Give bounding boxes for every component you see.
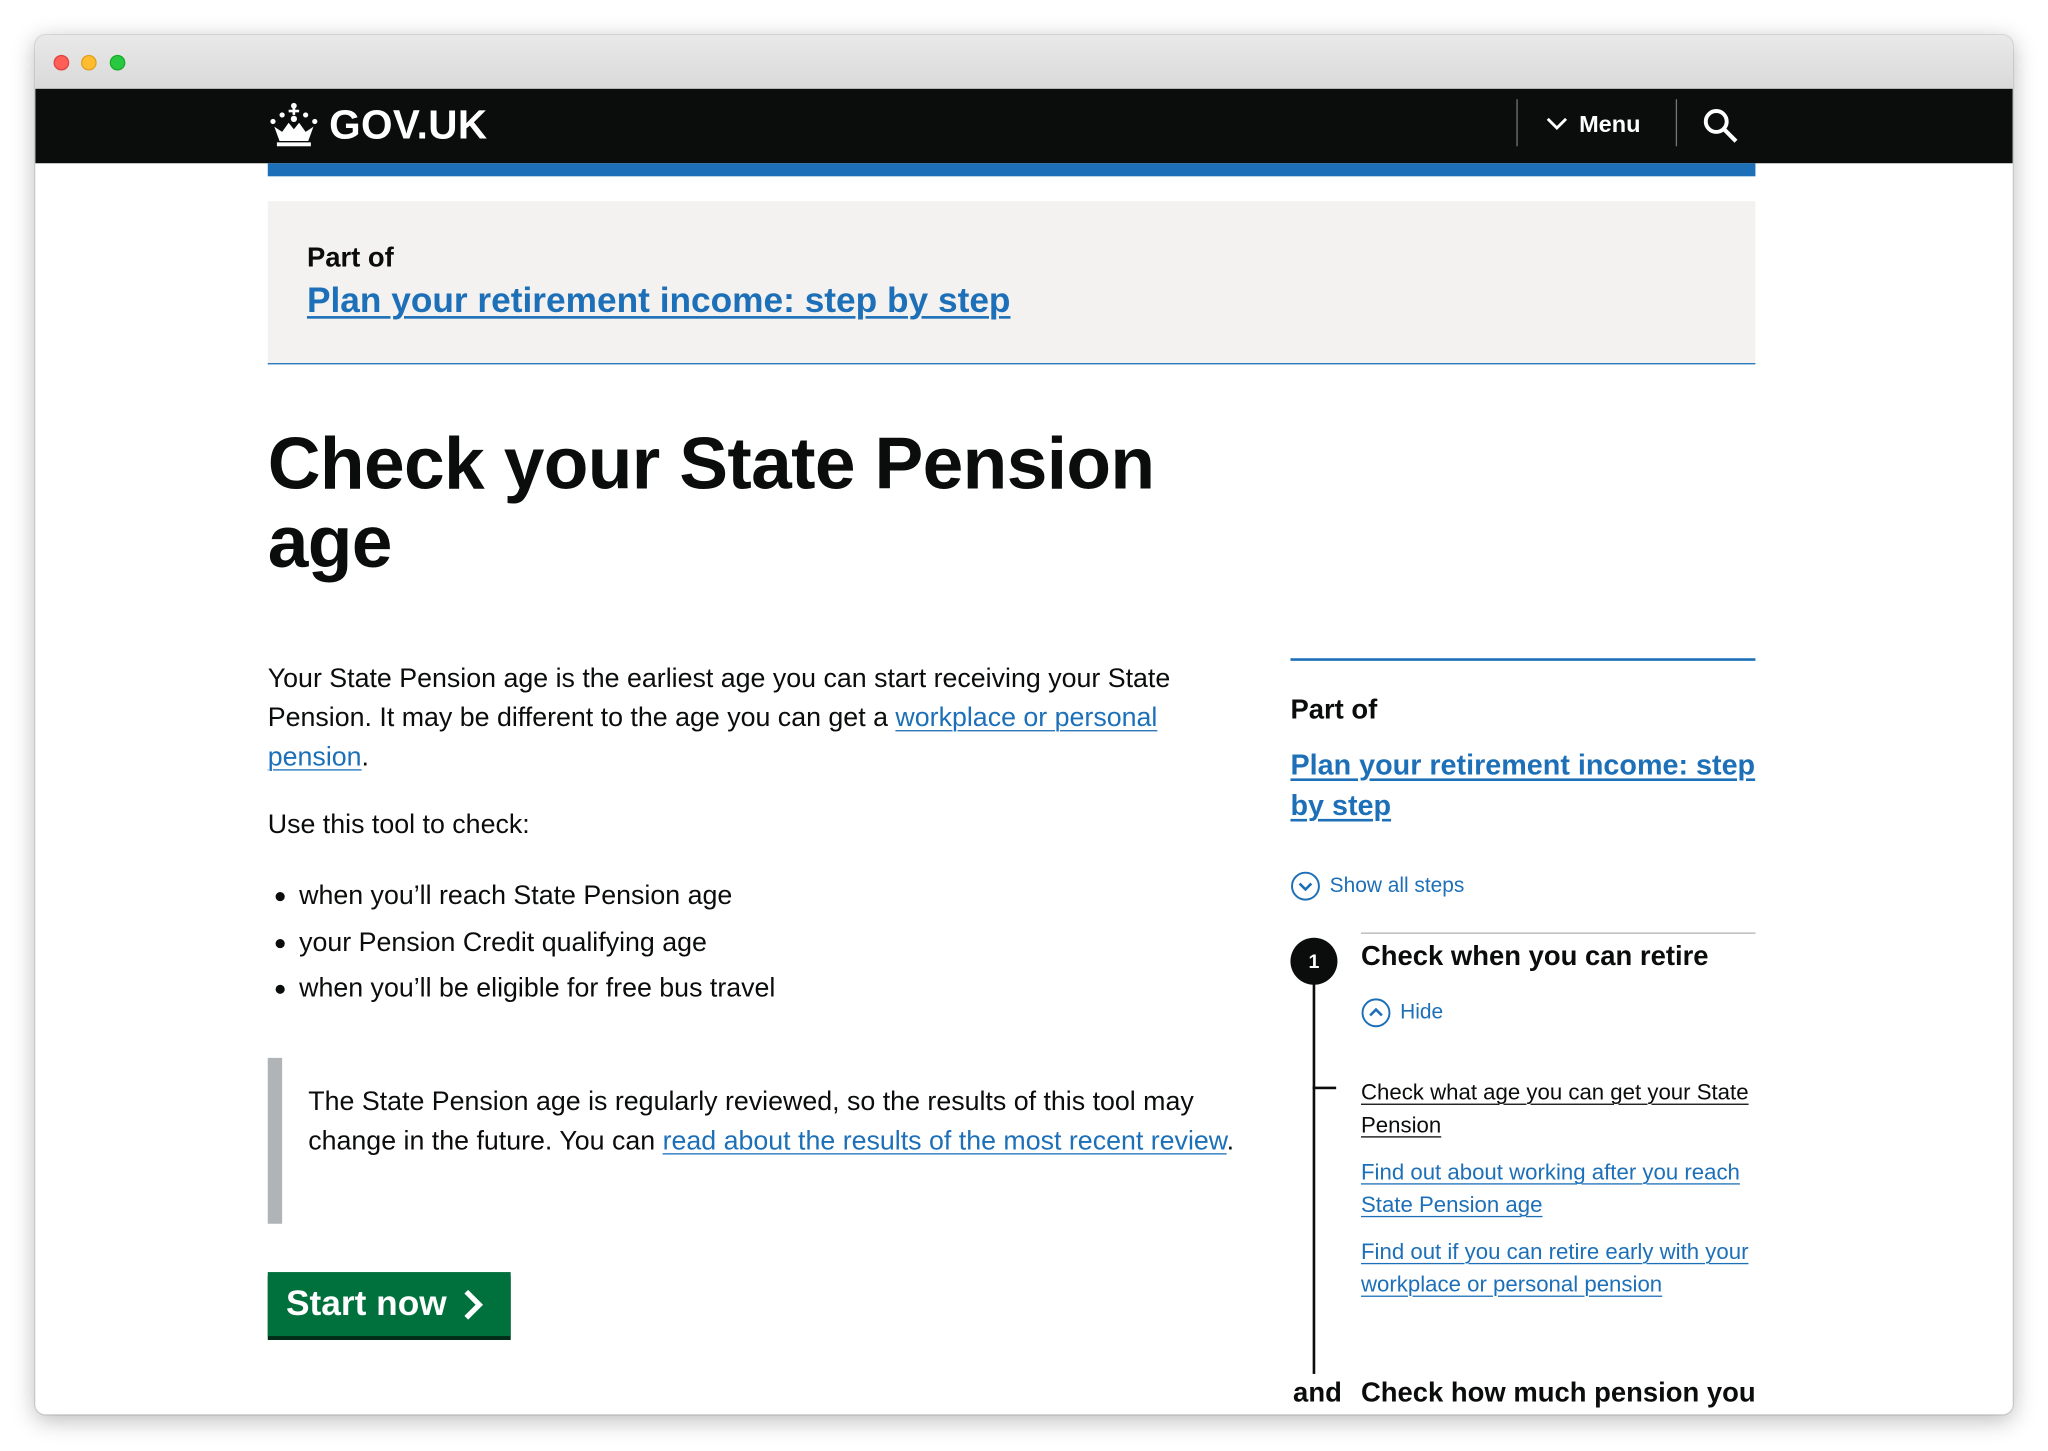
step-by-step-link[interactable]: Plan your retirement income: step by ste… [307, 281, 1011, 321]
hide-label: Hide [1400, 1001, 1444, 1024]
step-title[interactable]: Check how much pension you [1361, 1378, 1756, 1409]
window-titlebar [35, 35, 2013, 91]
chevron-down-icon [1546, 117, 1568, 131]
show-all-steps-label: Show all steps [1329, 874, 1465, 897]
checks-list: when you’ll reach State Pension age your… [268, 872, 776, 1011]
page-title: Check your State Pension age [267, 421, 1155, 583]
step-link-retire-early[interactable]: Find out if you can retire early with yo… [1361, 1236, 1755, 1301]
use-tool-text: Use this tool to check: [267, 809, 530, 840]
browser-window: GOV.UK Menu Part of Plan your retirement… [35, 35, 2013, 1415]
chevron-right-icon [464, 1289, 484, 1319]
start-now-label: Start now [286, 1283, 447, 1324]
maximize-window-button[interactable] [109, 54, 126, 71]
menu-label: Menu [1579, 110, 1641, 137]
screen: GOV.UK Menu Part of Plan your retirement… [0, 0, 2048, 1451]
hide-step-button[interactable]: Hide [1361, 998, 1443, 1028]
inset-end-text: . [1226, 1125, 1235, 1156]
govuk-header: GOV.UK Menu [35, 88, 2013, 164]
inset-paragraph: The State Pension age is regularly revie… [308, 1083, 1241, 1161]
intro-paragraph: Your State Pension age is the earliest a… [268, 660, 1241, 778]
list-item: when you’ll reach State Pension age [268, 872, 776, 918]
step-title[interactable]: Check when you can retire [1361, 942, 1709, 973]
step-link-working-after[interactable]: Find out about working after you reach S… [1361, 1156, 1755, 1221]
show-all-steps-button[interactable]: Show all steps [1290, 871, 1464, 901]
intro-end-text: . [361, 741, 369, 772]
part-of-banner: Part of Plan your retirement income: ste… [267, 201, 1756, 365]
list-item: when you’ll be eligible for free bus tra… [268, 965, 775, 1011]
main-content: Your State Pension age is the earliest a… [267, 660, 1241, 1337]
step-link-state-pension-age[interactable]: Check what age you can get your State Pe… [1361, 1076, 1755, 1141]
search-icon[interactable] [1701, 106, 1740, 145]
menu-button[interactable]: Menu [1546, 104, 1640, 143]
sidebar-step-by-step-link[interactable]: Plan your retirement income: step by ste… [1290, 744, 1755, 825]
chevron-circle-down-icon [1291, 871, 1320, 901]
crown-icon [270, 102, 318, 147]
govuk-logo-text: GOV.UK [329, 101, 488, 148]
inset-text: The State Pension age is regularly revie… [267, 1057, 1241, 1224]
step-and-label: and [1293, 1377, 1342, 1408]
sidebar-part-of-label: Part of [1290, 694, 1378, 725]
header-divider [1516, 99, 1518, 147]
step-divider [1360, 932, 1756, 934]
minimize-window-button[interactable] [80, 54, 97, 71]
list-item: your Pension Credit qualifying age [268, 919, 776, 965]
header-divider [1675, 99, 1678, 147]
start-now-button[interactable]: Start now [267, 1272, 511, 1337]
chevron-circle-up-icon [1361, 998, 1391, 1028]
sidebar-top-rule [1290, 658, 1756, 661]
step-connector-line [1312, 982, 1316, 1374]
part-of-label: Part of [306, 242, 394, 273]
inset-border [267, 1057, 283, 1224]
step-number-badge: 1 [1290, 937, 1338, 985]
current-step-marker [1312, 1086, 1337, 1090]
govuk-logo-link[interactable]: GOV.UK [268, 94, 488, 157]
close-window-button[interactable] [53, 54, 70, 71]
header-blue-rule [267, 163, 1756, 177]
review-results-link[interactable]: read about the results of the most recen… [663, 1126, 1227, 1156]
